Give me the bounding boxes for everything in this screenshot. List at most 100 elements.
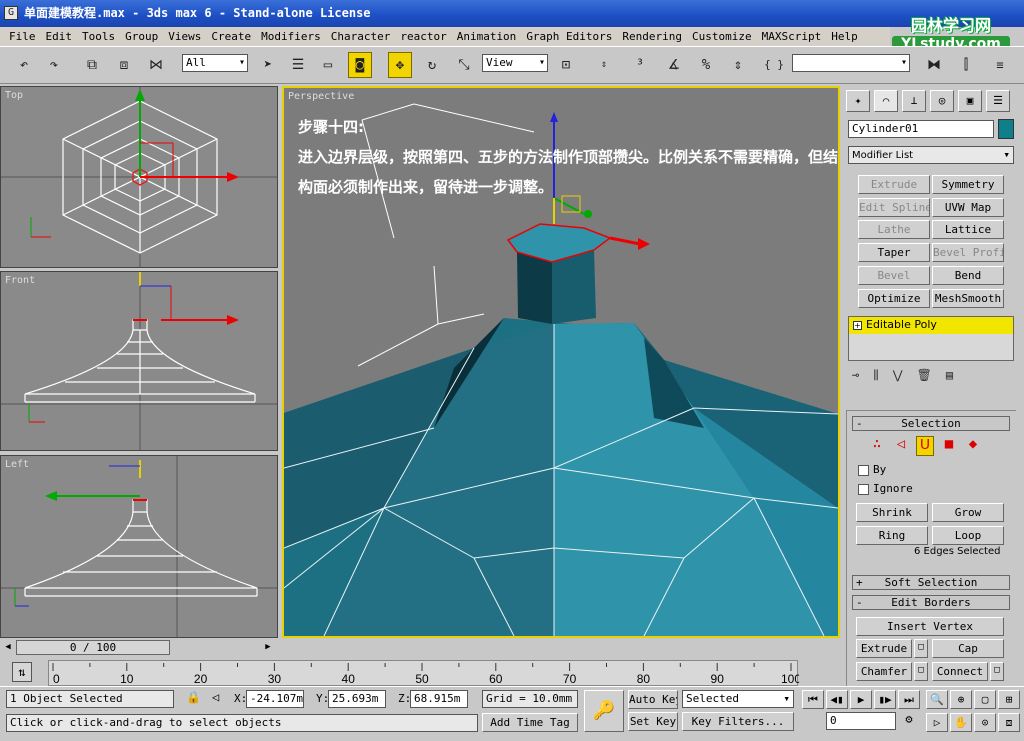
window-crossing-icon[interactable]: ◙	[348, 52, 372, 78]
mirror-icon[interactable]: ⧓	[922, 52, 946, 78]
play-icon[interactable]: ▶	[850, 690, 872, 709]
loop-button[interactable]: Loop	[932, 526, 1004, 545]
align-icon[interactable]: ⫿	[954, 52, 978, 78]
modifier-uvw-map-button[interactable]: UVW Map	[932, 198, 1004, 217]
ignore-backfacing-checkbox[interactable]: Ignore	[858, 482, 913, 495]
configure-modifier-sets-icon[interactable]: ▤	[946, 368, 953, 386]
region-select-icon[interactable]: ▭	[316, 52, 340, 78]
by-vertex-checkbox[interactable]: By	[858, 463, 886, 476]
selection-filter-dropdown[interactable]: All	[182, 54, 248, 72]
menu-graph-editors[interactable]: Graph Editors	[521, 27, 617, 46]
zoom-icon[interactable]: 🔍	[926, 690, 948, 709]
modifier-list-dropdown[interactable]: Modifier List ▾	[848, 146, 1014, 164]
slider-left-arrow-icon[interactable]: ◀	[2, 640, 14, 655]
percent-snap-icon[interactable]: %	[694, 52, 718, 78]
modifier-meshsmooth-button[interactable]: MeshSmooth	[932, 289, 1004, 308]
modifier-taper-button[interactable]: Taper	[858, 243, 930, 262]
edge-level-icon[interactable]: ◁	[892, 436, 910, 456]
chamfer-settings-icon[interactable]: □	[914, 662, 928, 681]
modifier-bevel-button[interactable]: Bevel	[858, 266, 930, 285]
modifier-edit-spline-button[interactable]: Edit Spline	[858, 198, 930, 217]
named-selection-dropdown[interactable]	[792, 54, 910, 72]
reference-coordinate-dropdown[interactable]: View	[482, 54, 548, 72]
zoom-extents-icon[interactable]: ▢	[974, 690, 996, 709]
shrink-button[interactable]: Shrink	[856, 503, 928, 522]
modifier-lattice-button[interactable]: Lattice	[932, 220, 1004, 239]
menu-animation[interactable]: Animation	[452, 27, 522, 46]
spinner-snap-icon[interactable]: ⇕	[726, 52, 750, 78]
y-coordinate-field[interactable]: 25.693m	[328, 690, 386, 708]
move-icon[interactable]: ✥	[388, 52, 412, 78]
extrude-settings-icon[interactable]: □	[914, 639, 928, 658]
go-to-end-icon[interactable]: ⏭	[898, 690, 920, 709]
z-coordinate-field[interactable]: 68.915m	[410, 690, 468, 708]
border-level-icon[interactable]: ᑌ	[916, 436, 934, 456]
angle-snap-icon[interactable]: ∡	[662, 52, 686, 78]
viewport-top[interactable]: Top	[0, 86, 278, 268]
modifier-lathe-button[interactable]: Lathe	[858, 220, 930, 239]
named-selection-icon[interactable]: { }	[762, 52, 786, 78]
menu-file[interactable]: File	[4, 27, 41, 46]
make-unique-icon[interactable]: ⋁	[893, 368, 903, 386]
time-configuration-icon[interactable]: ⚙	[900, 712, 918, 730]
object-name-field[interactable]: Cylinder01	[848, 120, 994, 138]
set-key-button[interactable]: Set Key	[628, 712, 678, 731]
menu-customize[interactable]: Customize	[687, 27, 757, 46]
remove-modifier-icon[interactable]: 🗑	[917, 368, 932, 386]
modifier-bevel-profile-button[interactable]: Bevel Profile	[932, 243, 1004, 262]
connect-settings-icon[interactable]: □	[990, 662, 1004, 681]
extrude-button[interactable]: Extrude	[856, 639, 912, 658]
show-end-result-icon[interactable]: ⫼	[873, 368, 879, 386]
stack-item-editable-poly[interactable]: + Editable Poly	[849, 317, 1013, 334]
mini-curve-editor-icon[interactable]: ⇅	[12, 662, 32, 682]
viewport-left[interactable]: Left	[0, 455, 278, 638]
menu-create[interactable]: Create	[206, 27, 256, 46]
go-to-start-icon[interactable]: ⏮	[802, 690, 824, 709]
next-frame-icon[interactable]: ▮▶	[874, 690, 896, 709]
create-tab-icon[interactable]: ✦	[846, 90, 870, 112]
snap-toggle-icon[interactable]: ³	[628, 52, 652, 78]
select-object-icon[interactable]: ➤	[256, 52, 280, 78]
auto-key-button[interactable]: Auto Key	[628, 690, 678, 709]
insert-vertex-button[interactable]: Insert Vertex	[856, 617, 1004, 636]
menu-reactor[interactable]: reactor	[395, 27, 451, 46]
set-key-icon[interactable]: 🔑	[584, 690, 624, 732]
scale-icon[interactable]: ⤡	[452, 52, 476, 78]
undo-icon[interactable]: ↶	[12, 52, 36, 78]
menu-views[interactable]: Views	[163, 27, 206, 46]
chamfer-button[interactable]: Chamfer	[856, 662, 912, 681]
polygon-level-icon[interactable]: ■	[940, 436, 958, 456]
previous-frame-icon[interactable]: ◀▮	[826, 690, 848, 709]
pan-icon[interactable]: ✋	[950, 713, 972, 732]
modify-tab-icon[interactable]: ⌒	[874, 90, 898, 112]
zoom-extents-all-icon[interactable]: ⊞	[998, 690, 1020, 709]
zoom-all-icon[interactable]: ⊕	[950, 690, 972, 709]
arc-rotate-icon[interactable]: ⊙	[974, 713, 996, 732]
menu-tools[interactable]: Tools	[77, 27, 120, 46]
vertex-level-icon[interactable]: ∴	[868, 436, 886, 456]
connect-button[interactable]: Connect	[932, 662, 988, 681]
cap-button[interactable]: Cap	[932, 639, 1004, 658]
time-slider[interactable]: 0 / 100	[16, 640, 170, 655]
hierarchy-tab-icon[interactable]: ⊥	[902, 90, 926, 112]
viewport-perspective[interactable]: Perspective 步骤十四: 进入边界层级，按照第四、五步的方法制作顶部攒…	[282, 86, 840, 638]
select-by-name-icon[interactable]: ☰	[286, 52, 310, 78]
modifier-symmetry-button[interactable]: Symmetry	[932, 175, 1004, 194]
viewport-front[interactable]: Front	[0, 271, 278, 451]
rotate-icon[interactable]: ↻	[420, 52, 444, 78]
slider-right-arrow-icon[interactable]: ▶	[262, 640, 274, 655]
current-frame-field[interactable]: 0	[826, 712, 896, 730]
modifier-optimize-button[interactable]: Optimize	[858, 289, 930, 308]
menu-help[interactable]: Help	[826, 27, 863, 46]
grow-button[interactable]: Grow	[932, 503, 1004, 522]
key-filters-button[interactable]: Key Filters...	[682, 712, 794, 731]
key-mode-dropdown[interactable]: Selected ▾	[682, 690, 794, 708]
utilities-tab-icon[interactable]: ☰	[986, 90, 1010, 112]
object-color-swatch[interactable]	[998, 119, 1014, 139]
bind-space-warp-icon[interactable]: ⋈	[144, 52, 168, 78]
element-level-icon[interactable]: ◆	[964, 436, 982, 456]
modifier-bend-button[interactable]: Bend	[932, 266, 1004, 285]
soft-selection-rollout-header[interactable]: + Soft Selection	[852, 575, 1010, 590]
absolute-relative-icon[interactable]: ◁	[212, 690, 219, 704]
selection-rollout-header[interactable]: - Selection	[852, 416, 1010, 431]
